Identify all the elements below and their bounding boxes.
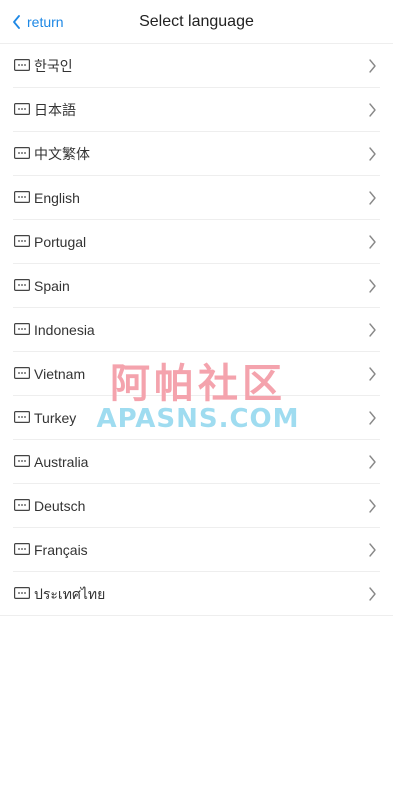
keyboard-icon — [14, 235, 30, 247]
keyboard-icon — [14, 191, 30, 203]
chevron-right-icon — [369, 279, 376, 293]
header-bar: return Select language — [0, 0, 393, 44]
language-label: Spain — [34, 278, 70, 294]
language-item[interactable]: English — [0, 176, 393, 220]
chevron-right-icon — [369, 587, 376, 601]
chevron-right-icon — [369, 367, 376, 381]
back-label: return — [27, 14, 64, 30]
language-label: Turkey — [34, 410, 77, 426]
chevron-right-icon — [369, 543, 376, 557]
keyboard-icon — [14, 587, 30, 599]
language-label: English — [34, 190, 80, 206]
language-label: Deutsch — [34, 498, 86, 514]
language-item[interactable]: Turkey — [0, 396, 393, 440]
chevron-right-icon — [369, 411, 376, 425]
chevron-right-icon — [369, 455, 376, 469]
chevron-right-icon — [369, 323, 376, 337]
language-item[interactable]: Vietnam — [0, 352, 393, 396]
language-item[interactable]: Australia — [0, 440, 393, 484]
language-label: 中文繁体 — [34, 146, 90, 162]
chevron-right-icon — [369, 235, 376, 249]
keyboard-icon — [14, 59, 30, 71]
keyboard-icon — [14, 411, 30, 423]
language-label: Français — [34, 542, 88, 558]
language-item[interactable]: Deutsch — [0, 484, 393, 528]
chevron-right-icon — [369, 59, 376, 73]
language-label: 한국인 — [34, 58, 73, 74]
language-item[interactable]: Français — [0, 528, 393, 572]
keyboard-icon — [14, 279, 30, 291]
keyboard-icon — [14, 455, 30, 467]
language-list: 한국인 日本語 中文繁体 English Portugal Spain Indo… — [0, 44, 393, 616]
language-item[interactable]: 中文繁体 — [0, 132, 393, 176]
keyboard-icon — [14, 103, 30, 115]
language-item[interactable]: ประเทศไทย — [0, 572, 393, 616]
language-label: 日本語 — [34, 102, 76, 118]
language-label: Indonesia — [34, 322, 95, 338]
language-label: Vietnam — [34, 366, 86, 382]
keyboard-icon — [14, 499, 30, 511]
language-item[interactable]: 日本語 — [0, 88, 393, 132]
keyboard-icon — [14, 543, 30, 555]
language-label: Portugal — [34, 234, 87, 250]
language-label: ประเทศไทย — [34, 586, 106, 602]
chevron-right-icon — [369, 103, 376, 117]
language-item[interactable]: Spain — [0, 264, 393, 308]
keyboard-icon — [14, 323, 30, 335]
keyboard-icon — [14, 147, 30, 159]
language-item[interactable]: Indonesia — [0, 308, 393, 352]
keyboard-icon — [14, 367, 30, 379]
back-button[interactable]: return — [12, 0, 64, 44]
language-item[interactable]: 한국인 — [0, 44, 393, 88]
chevron-right-icon — [369, 191, 376, 205]
language-label: Australia — [34, 454, 89, 470]
chevron-right-icon — [369, 147, 376, 161]
language-item[interactable]: Portugal — [0, 220, 393, 264]
chevron-left-icon — [13, 15, 20, 29]
chevron-right-icon — [369, 499, 376, 513]
